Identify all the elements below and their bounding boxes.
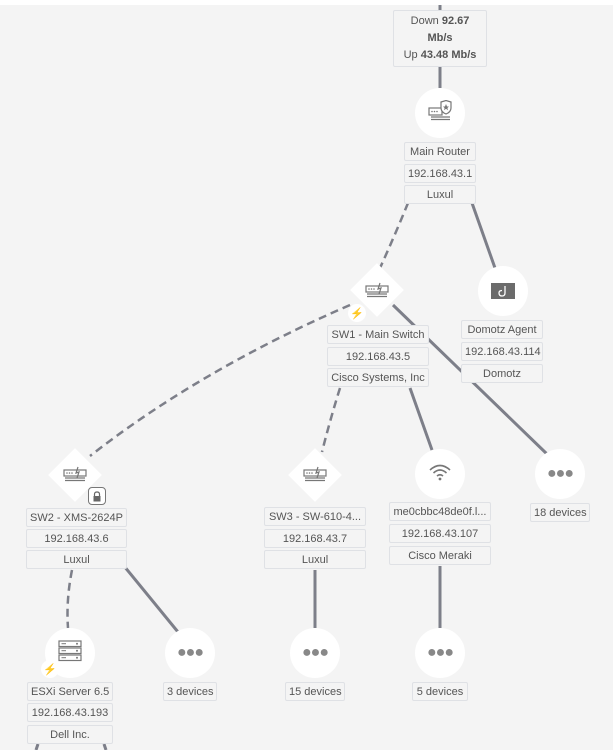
- down-label: Down: [410, 15, 439, 27]
- sw2-name: SW2 - XMS-2624P: [26, 508, 127, 527]
- switch-icon: [60, 464, 90, 484]
- switch-icon: [300, 464, 330, 484]
- up-label: Up: [403, 49, 418, 61]
- sw1-ip: 192.168.43.5: [327, 347, 429, 366]
- group-ap-count[interactable]: 5 devices: [412, 682, 468, 701]
- sw1-vendor: Cisco Systems, Inc: [327, 368, 429, 387]
- group-sw3-count[interactable]: 15 devices: [285, 682, 345, 701]
- domotz-agent-ip: 192.168.43.114: [461, 342, 543, 361]
- group-sw2-devices[interactable]: ●●●: [165, 628, 215, 678]
- lightning-icon: ⚡: [43, 663, 57, 676]
- esxi-ip: 192.168.43.193: [27, 703, 113, 722]
- more-icon: ●●●: [302, 644, 329, 661]
- main-router-name: Main Router: [404, 142, 476, 161]
- switch-icon: [362, 280, 392, 300]
- poe-badge: ⚡: [41, 660, 59, 678]
- link-sw1-sw3: [320, 387, 342, 453]
- internet-speed-label: Down 92.67 Mb/s Up 43.48 Mb/s: [393, 10, 487, 67]
- link-sw2-3devices: [122, 565, 180, 633]
- wifi-icon: [429, 463, 451, 486]
- domotz-agent-vendor: Domotz: [461, 364, 543, 383]
- sw2-vendor: Luxul: [26, 550, 127, 569]
- more-icon: ●●●: [427, 644, 454, 661]
- up-value: 43.48 Mb/s: [420, 49, 477, 61]
- sw2-ip: 192.168.43.6: [26, 529, 127, 548]
- link-sw2-esxi: [66, 569, 74, 629]
- sw1-name: SW1 - Main Switch: [327, 325, 429, 344]
- more-icon: ●●●: [177, 644, 204, 661]
- domotz-logo-icon: [491, 283, 515, 299]
- lock-icon: [93, 490, 101, 501]
- group-sw3-devices[interactable]: ●●●: [290, 628, 340, 678]
- link-sw1-ap: [408, 387, 434, 451]
- node-main-router[interactable]: [415, 88, 465, 138]
- group-sw1-devices[interactable]: ●●●: [535, 449, 585, 499]
- router-shield-icon: [428, 99, 452, 127]
- domotz-agent-name: Domotz Agent: [461, 320, 543, 339]
- main-router-ip: 192.168.43.1: [404, 164, 476, 183]
- link-esxi-down-right: [102, 743, 108, 750]
- sw3-ip: 192.168.43.7: [264, 529, 366, 548]
- link-esxi-down-left: [34, 743, 40, 750]
- esxi-name: ESXi Server 6.5: [27, 682, 113, 701]
- ap-vendor: Cisco Meraki: [389, 546, 491, 565]
- poe-badge: ⚡: [348, 304, 366, 322]
- ap-name: me0cbbc48de0f.l...: [389, 502, 491, 521]
- locked-badge: [88, 487, 106, 505]
- group-sw2-count[interactable]: 3 devices: [163, 682, 217, 701]
- group-sw1-count[interactable]: 18 devices: [530, 503, 590, 522]
- more-icon: ●●●: [547, 465, 574, 482]
- lightning-icon: ⚡: [350, 307, 364, 320]
- link-router-domotz: [470, 202, 497, 269]
- sw3-vendor: Luxul: [264, 550, 366, 569]
- group-ap-devices[interactable]: ●●●: [415, 628, 465, 678]
- node-domotz-agent[interactable]: [478, 266, 528, 316]
- ap-ip: 192.168.43.107: [389, 524, 491, 543]
- main-router-vendor: Luxul: [404, 185, 476, 204]
- server-icon: [58, 639, 82, 667]
- esxi-vendor: Dell Inc.: [27, 725, 113, 744]
- link-sw1-sw2: [89, 303, 351, 457]
- sw3-name: SW3 - SW-610-4...: [264, 507, 366, 526]
- node-access-point[interactable]: [415, 449, 465, 499]
- link-router-sw1: [378, 202, 410, 269]
